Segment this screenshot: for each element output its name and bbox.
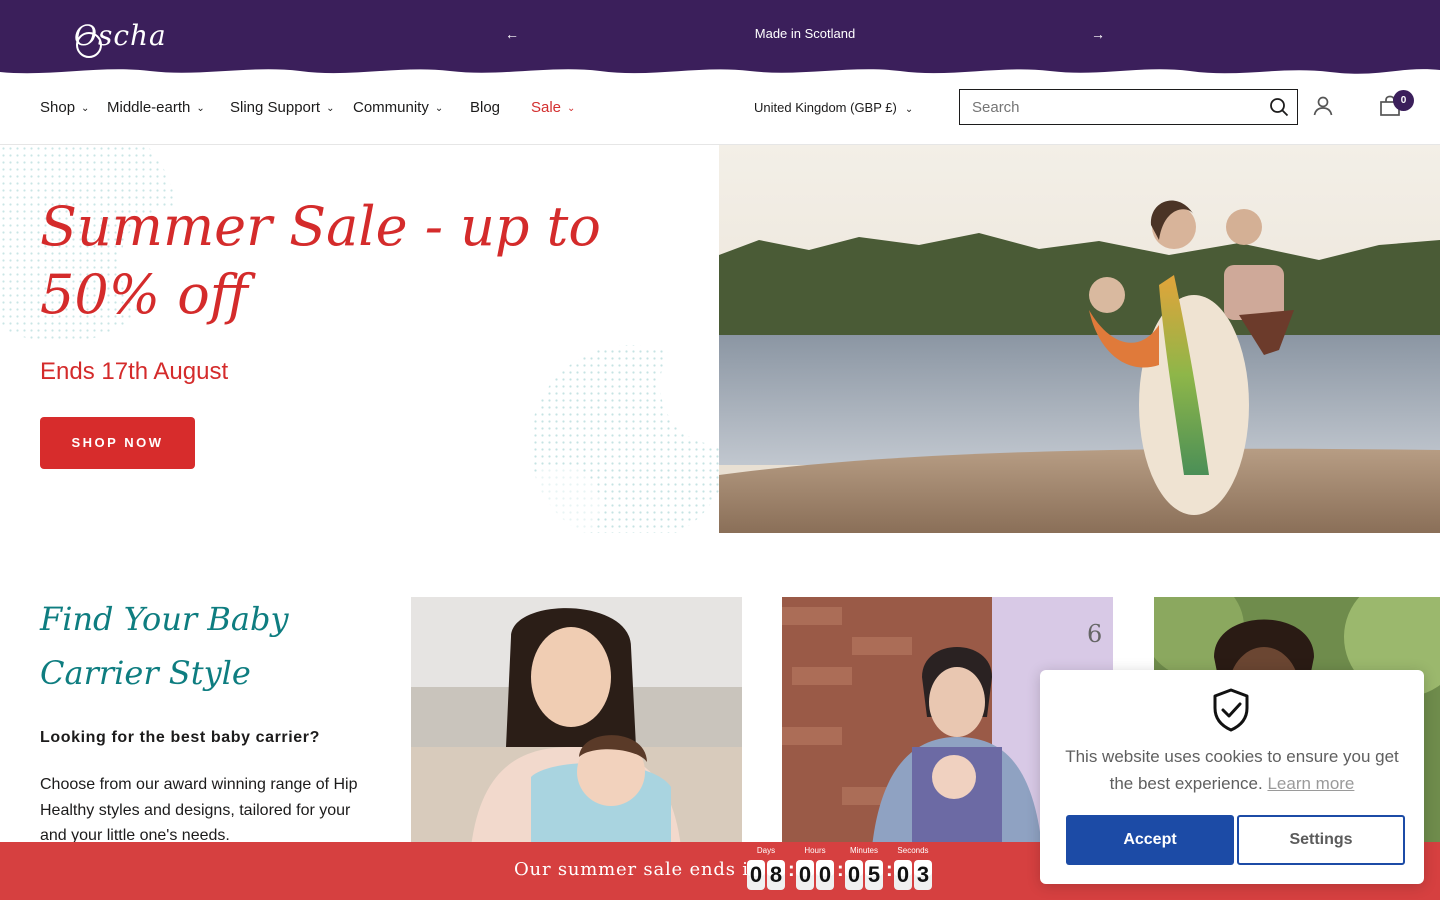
cookie-message: This website uses cookies to ensure you … <box>1058 743 1406 797</box>
countdown-digit: 0 <box>816 860 834 890</box>
countdown-separator: : <box>837 859 844 881</box>
announcement-text: Made in Scotland <box>754 26 856 41</box>
shop-now-button[interactable]: SHOP NOW <box>40 417 195 469</box>
find-carrier-question: Looking for the best baby carrier? <box>40 729 321 746</box>
cookie-settings-button[interactable]: Settings <box>1237 815 1405 865</box>
svg-text:6: 6 <box>1087 620 1102 648</box>
countdown-separator: : <box>886 859 893 881</box>
announcement-bar: Oscha ← Made in Scotland → <box>0 0 1440 80</box>
country-label: United Kingdom (GBP £) <box>754 100 897 115</box>
nav-label: Middle-earth <box>107 99 191 116</box>
nav-item-sling-support[interactable]: Sling Support ⌄ <box>230 97 334 119</box>
account-icon[interactable] <box>1312 95 1334 117</box>
countdown-unit-label: Hours <box>804 846 826 855</box>
oscha-logo[interactable]: Oscha <box>74 12 166 60</box>
chevron-down-icon: ⌄ <box>434 103 444 114</box>
search-box <box>959 89 1298 125</box>
countdown-digit: 0 <box>796 860 814 890</box>
nav-item-middle-earth[interactable]: Middle-earth ⌄ <box>107 97 205 119</box>
chevron-down-icon: ⌄ <box>196 103 205 114</box>
cart-count-badge: 0 <box>1393 90 1414 111</box>
chevron-down-icon: ⌄ <box>567 103 576 114</box>
countdown-minutes: Minutes 05 <box>845 846 883 892</box>
nav-item-community[interactable]: Community ⌄ <box>353 97 443 119</box>
countdown-seconds: Seconds 03 <box>894 846 932 892</box>
search-icon[interactable] <box>1261 90 1297 124</box>
countdown-unit-label: Minutes <box>849 846 878 855</box>
chevron-down-icon: ⌄ <box>904 104 914 115</box>
main-header: Shop ⌄ Middle-earth ⌄ Sling Support ⌄ Commu… <box>0 80 1440 145</box>
accept-cookies-button[interactable]: Accept <box>1066 815 1234 865</box>
carrier-photo-wrap <box>411 597 742 847</box>
countdown-label: Our summer sale ends in <box>514 859 762 880</box>
nav-item-blog[interactable]: Blog <box>470 97 500 119</box>
cookie-consent-popup: This website uses cookies to ensure you … <box>1040 670 1424 884</box>
country-selector[interactable]: United Kingdom (GBP £) ⌄ <box>754 97 913 121</box>
countdown-digit: 8 <box>767 860 785 890</box>
nav-label: Sale <box>531 99 562 116</box>
countdown-separator: : <box>788 859 795 881</box>
hero-photo-mother-child-beach <box>719 145 1440 533</box>
nav-label: Shop <box>40 99 76 116</box>
carrier-card-wrap[interactable] <box>411 597 742 847</box>
countdown-hours: Hours 00 <box>796 846 834 892</box>
hero-banner: Summer Sale - up to 50% off Ends 17th Au… <box>0 145 1440 533</box>
nav-label: Blog <box>470 99 501 116</box>
next-arrow-icon[interactable]: → <box>1086 22 1110 46</box>
hero-text-panel: Summer Sale - up to 50% off Ends 17th Au… <box>0 145 719 533</box>
countdown-digit: 0 <box>747 860 765 890</box>
countdown-digit: 5 <box>865 860 883 890</box>
learn-more-link[interactable]: Learn more <box>1267 774 1354 793</box>
find-carrier-title: Find Your Baby Carrier Style <box>40 600 289 692</box>
chevron-down-icon: ⌄ <box>81 103 90 114</box>
countdown-unit-label: Seconds <box>897 846 929 855</box>
nav-label: Sling Support <box>230 99 321 116</box>
chevron-down-icon: ⌄ <box>326 103 335 114</box>
countdown-days: Days 08 <box>747 846 785 892</box>
logo-text: Oscha <box>74 19 167 52</box>
countdown-digit: 3 <box>914 860 932 890</box>
countdown-unit-label: Days <box>756 846 776 855</box>
hero-title: Summer Sale - up to 50% off <box>40 195 601 326</box>
countdown-digit: 0 <box>845 860 863 890</box>
find-carrier-body: Choose from our award winning range of H… <box>40 776 358 844</box>
nav-item-sale[interactable]: Sale ⌄ <box>531 97 575 119</box>
countdown-digit: 0 <box>894 860 912 890</box>
search-input[interactable] <box>960 90 1261 124</box>
hero-subtitle: Ends 17th August <box>40 358 229 385</box>
nav-label: Community <box>353 99 429 116</box>
previous-arrow-icon[interactable]: ← <box>500 22 524 46</box>
nav-item-shop[interactable]: Shop ⌄ <box>40 97 89 119</box>
shield-check-icon <box>1213 688 1249 732</box>
